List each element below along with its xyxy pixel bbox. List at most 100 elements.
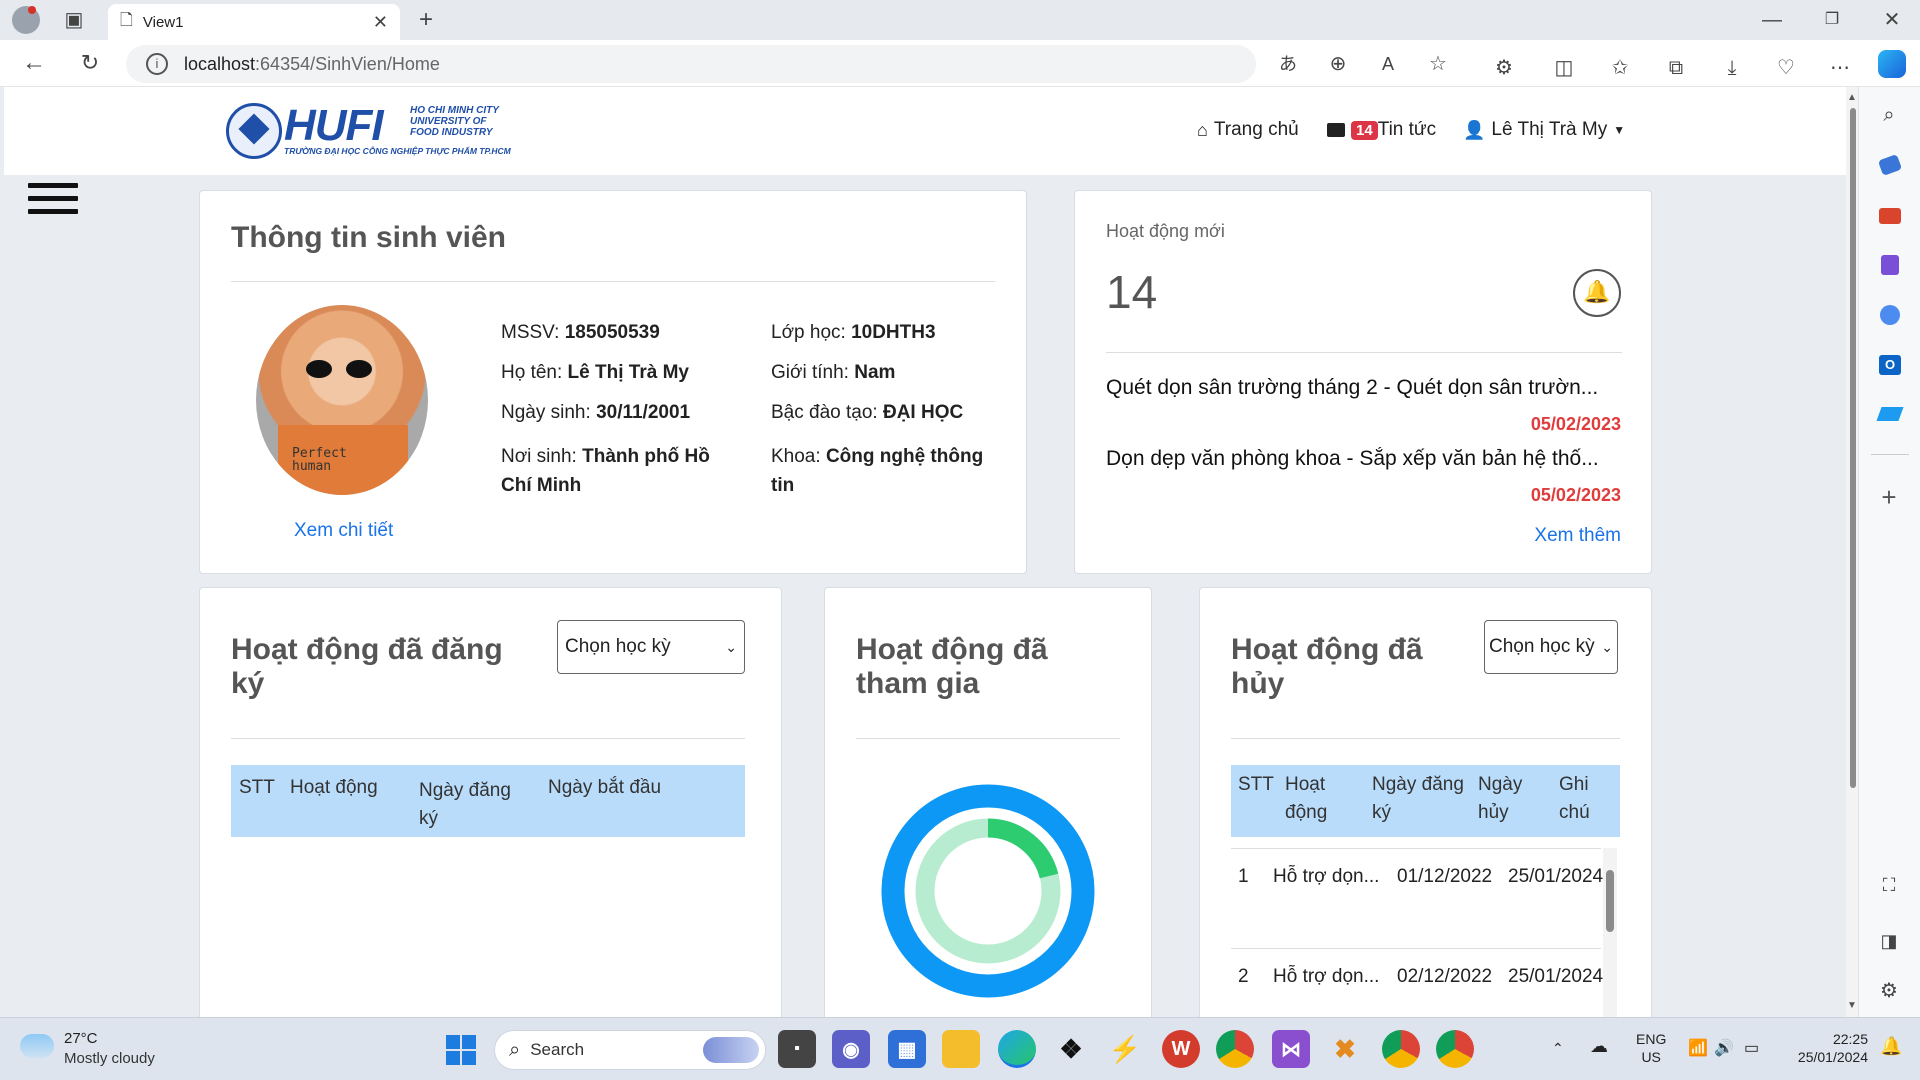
tab-title: View1 xyxy=(142,13,184,31)
student-info-card: Thông tin sinh viên Perfect human Xem ch… xyxy=(199,190,1027,574)
table-scrollbar-thumb[interactable] xyxy=(1606,870,1614,932)
screenshot-icon[interactable]: ⛶ xyxy=(1873,869,1905,901)
store-icon[interactable]: ▦ xyxy=(888,1030,926,1068)
divider xyxy=(856,738,1120,739)
divider xyxy=(1106,352,1622,353)
chrome-profile-n-icon[interactable] xyxy=(1216,1030,1254,1068)
network-tray-icon[interactable]: ☁ xyxy=(1590,1036,1608,1057)
settings-gear-icon[interactable]: ⚙ xyxy=(1873,975,1905,1007)
hamburger-menu-icon[interactable] xyxy=(28,183,78,223)
teams-chat-icon[interactable]: ◉ xyxy=(832,1030,870,1068)
copilot-icon[interactable] xyxy=(1878,50,1906,78)
add-sidebar-icon[interactable]: + xyxy=(1873,481,1905,513)
ide-tool-icon[interactable]: ✖ xyxy=(1326,1030,1364,1068)
downloads-icon[interactable]: ⤓ xyxy=(1716,52,1748,84)
favorites-icon[interactable]: ✩ xyxy=(1604,52,1636,84)
window-close-icon[interactable]: ✕ xyxy=(1876,4,1908,36)
task-view-icon[interactable]: ▪ xyxy=(778,1030,816,1068)
table-row[interactable]: 2 Hỗ trợ dọn... 02/12/2022 25/01/2024 xyxy=(1231,956,1603,1017)
level-field: Bậc đào tạo: ĐẠI HỌC xyxy=(771,402,964,423)
language-indicator[interactable]: ENG US xyxy=(1636,1030,1666,1066)
language-code: ENG xyxy=(1636,1031,1667,1047)
games-icon[interactable] xyxy=(1881,255,1899,275)
nav-home-link[interactable]: ⌂ Trang chủ xyxy=(1197,112,1299,148)
browser-essentials-icon[interactable]: ♡ xyxy=(1770,52,1802,84)
minimize-icon[interactable]: — xyxy=(1756,4,1788,36)
home-icon: ⌂ xyxy=(1197,119,1208,140)
clock[interactable]: 22:25 25/01/2024 xyxy=(1784,1030,1868,1066)
more-menu-icon[interactable]: ⋯ xyxy=(1824,52,1856,84)
site-info-icon[interactable]: i xyxy=(146,53,168,75)
user-menu[interactable]: 👤 Lê Thị Trà My ▼ xyxy=(1463,112,1625,148)
page-icon: 🗋 xyxy=(120,11,133,29)
browser-tab-bar: ▣ 🗋 View1 ✕ + — ❐ ✕ xyxy=(0,0,1920,40)
top-navbar: HUFI HO CHI MINH CITY UNIVERSITY OF FOOD I… xyxy=(4,87,1846,175)
chrome-profile-icon[interactable] xyxy=(1436,1030,1474,1068)
tray-overflow-icon[interactable]: ⌃ xyxy=(1552,1040,1564,1057)
scrollbar-thumb[interactable] xyxy=(1850,108,1856,788)
weather-desc: Mostly cloudy xyxy=(64,1050,155,1067)
bell-icon[interactable]: 🔔 xyxy=(1573,269,1621,317)
extensions-icon[interactable]: ⚙ xyxy=(1488,52,1520,84)
row-activity: Hỗ trợ dọn... xyxy=(1273,966,1380,987)
split-screen-icon[interactable]: ◫ xyxy=(1548,52,1580,84)
gender-field: Giới tính: Nam xyxy=(771,362,896,383)
hide-sidebar-icon[interactable]: ◨ xyxy=(1873,925,1905,957)
joined-donut-chart xyxy=(881,784,1095,998)
table-scrollbar[interactable] xyxy=(1603,848,1617,1017)
logo-subtitle: HO CHI MINH CITY UNIVERSITY OF FOOD INDUST… xyxy=(410,105,499,138)
outlook-icon[interactable]: O xyxy=(1879,355,1901,375)
notification-bell-icon[interactable]: 🔔 xyxy=(1880,1036,1902,1057)
tab-actions-icon[interactable]: ▣ xyxy=(58,4,90,36)
nav-home-label: Trang chủ xyxy=(1213,119,1299,140)
wifi-icon[interactable]: 📶 xyxy=(1688,1038,1708,1058)
col-stt: STT xyxy=(239,777,275,798)
microsoft-365-icon[interactable] xyxy=(1880,305,1900,325)
col-register-date: Ngày đăng ký xyxy=(419,780,511,829)
activity-item-text[interactable]: Dọn dẹp văn phòng khoa - Sắp xếp văn bản… xyxy=(1106,447,1622,471)
close-tab-icon[interactable]: ✕ xyxy=(373,12,388,33)
hufi-seal-icon xyxy=(226,103,282,159)
scroll-down-icon[interactable]: ▼ xyxy=(1847,1000,1857,1011)
visual-studio-icon[interactable]: ⋈ xyxy=(1272,1030,1310,1068)
start-windows-icon[interactable] xyxy=(446,1035,476,1065)
taskbar-search[interactable]: ⌕ Search xyxy=(494,1030,766,1070)
favorite-star-icon[interactable]: ☆ xyxy=(1422,48,1454,80)
url-input[interactable]: i localhost:64354/SinhVien/Home あ ⊕ A ☆ xyxy=(126,45,1447,83)
zoom-icon[interactable]: ⊕ xyxy=(1322,48,1354,80)
weather-cloud-icon[interactable] xyxy=(20,1034,54,1058)
table-row[interactable]: 1 Hỗ trợ dọn... 01/12/2022 25/01/2024 xyxy=(1231,856,1603,948)
translate-icon[interactable]: あ xyxy=(1272,48,1304,80)
restore-icon[interactable]: ❐ xyxy=(1816,4,1848,36)
vscode-icon[interactable]: ⚡ xyxy=(1106,1030,1144,1068)
read-aloud-icon[interactable]: A xyxy=(1372,48,1404,80)
activity-item-text[interactable]: Quét dọn sân trường tháng 2 - Quét dọn s… xyxy=(1106,376,1622,400)
edge-browser-icon[interactable] xyxy=(998,1030,1036,1068)
browser-tab[interactable]: 🗋 View1 ✕ xyxy=(108,4,400,40)
col-note: Ghi chú xyxy=(1559,774,1590,823)
refresh-icon[interactable]: ↻ xyxy=(74,47,106,79)
back-icon[interactable]: ← xyxy=(18,47,50,79)
volume-icon[interactable]: 🔊 xyxy=(1714,1038,1734,1058)
scroll-up-icon[interactable]: ▲ xyxy=(1847,92,1857,103)
send-icon[interactable] xyxy=(1876,407,1904,421)
view-detail-link[interactable]: Xem chi tiết xyxy=(294,520,393,542)
chrome-profile-t-icon[interactable] xyxy=(1382,1030,1420,1068)
col-start-date: Ngày bắt đầu xyxy=(548,777,662,798)
office-app-icon[interactable]: W xyxy=(1162,1030,1200,1068)
dropbox-icon[interactable]: ❖ xyxy=(1052,1030,1090,1068)
battery-icon[interactable]: ▭ xyxy=(1744,1038,1759,1058)
collections-icon[interactable]: ⧉ xyxy=(1660,52,1692,84)
briefcase-icon xyxy=(1327,123,1345,137)
see-more-link[interactable]: Xem thêm xyxy=(1534,525,1621,547)
semester-select[interactable]: Chọn học kỳ ⌄ xyxy=(1484,620,1618,674)
shopping-tag-icon[interactable] xyxy=(1877,154,1903,176)
new-tab-icon[interactable]: + xyxy=(410,4,442,36)
keyboard-layout: US xyxy=(1641,1049,1661,1065)
semester-select[interactable]: Chọn học kỳ ⌄ xyxy=(557,620,745,674)
tools-briefcase-icon[interactable] xyxy=(1879,208,1901,224)
nav-news-link[interactable]: 14 Tin tức xyxy=(1327,112,1436,148)
hufi-logo[interactable]: HUFI HO CHI MINH CITY UNIVERSITY OF FOOD I… xyxy=(222,99,514,163)
file-explorer-icon[interactable] xyxy=(942,1030,980,1068)
search-icon[interactable]: ⌕ xyxy=(1873,99,1905,131)
